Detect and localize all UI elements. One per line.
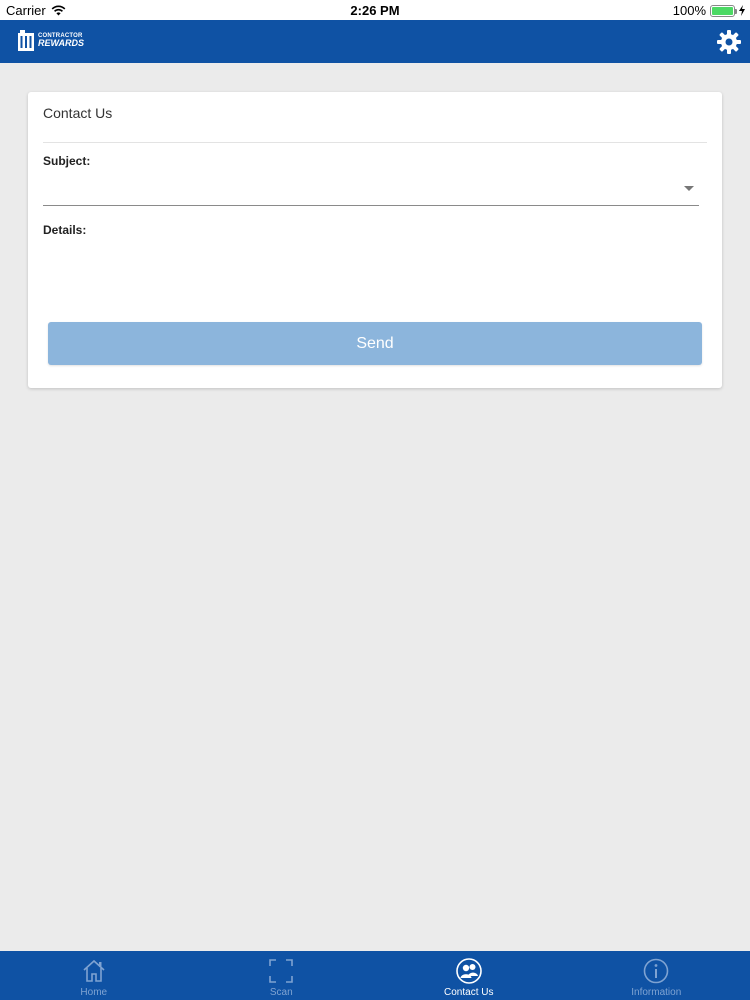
info-icon (643, 958, 669, 984)
tab-scan[interactable]: Scan (188, 951, 376, 1000)
chevron-down-icon (684, 186, 694, 191)
title-divider (43, 142, 707, 143)
gear-icon[interactable] (716, 29, 742, 55)
details-input[interactable] (43, 242, 699, 312)
status-bar: Carrier 2:26 PM 100% (0, 0, 750, 20)
tab-information-label: Information (631, 987, 682, 998)
tab-contact-label: Contact Us (444, 987, 494, 998)
contact-form-card: Contact Us Subject: Details: Send (28, 92, 722, 388)
tab-home-label: Home (80, 987, 108, 998)
logo-text: CONTRACTOR REWARDS (38, 33, 84, 48)
details-label: Details: (43, 223, 87, 237)
tab-contact-us[interactable]: Contact Us (375, 951, 563, 1000)
battery-icon (710, 4, 737, 17)
status-time: 2:26 PM (350, 3, 400, 18)
tab-bar: Home Scan Contact Us Information (0, 951, 750, 1000)
tab-scan-label: Scan (269, 987, 293, 998)
subject-select[interactable] (43, 172, 699, 206)
building-logo-icon (18, 30, 34, 51)
app-header: CONTRACTOR REWARDS (0, 20, 750, 63)
tab-information[interactable]: Information (563, 951, 750, 1000)
send-button[interactable]: Send (48, 322, 702, 365)
app-logo[interactable]: CONTRACTOR REWARDS (17, 29, 84, 51)
status-right: 100% (673, 3, 745, 18)
form-title: Contact Us (43, 105, 113, 121)
logo-line2: REWARDS (38, 37, 85, 48)
battery-percent: 100% (672, 3, 706, 18)
scan-icon (269, 959, 294, 983)
charging-icon (739, 5, 745, 16)
tab-home[interactable]: Home (0, 951, 188, 1000)
contact-icon (455, 958, 482, 984)
subject-label: Subject: (43, 154, 91, 168)
home-icon (83, 959, 105, 982)
